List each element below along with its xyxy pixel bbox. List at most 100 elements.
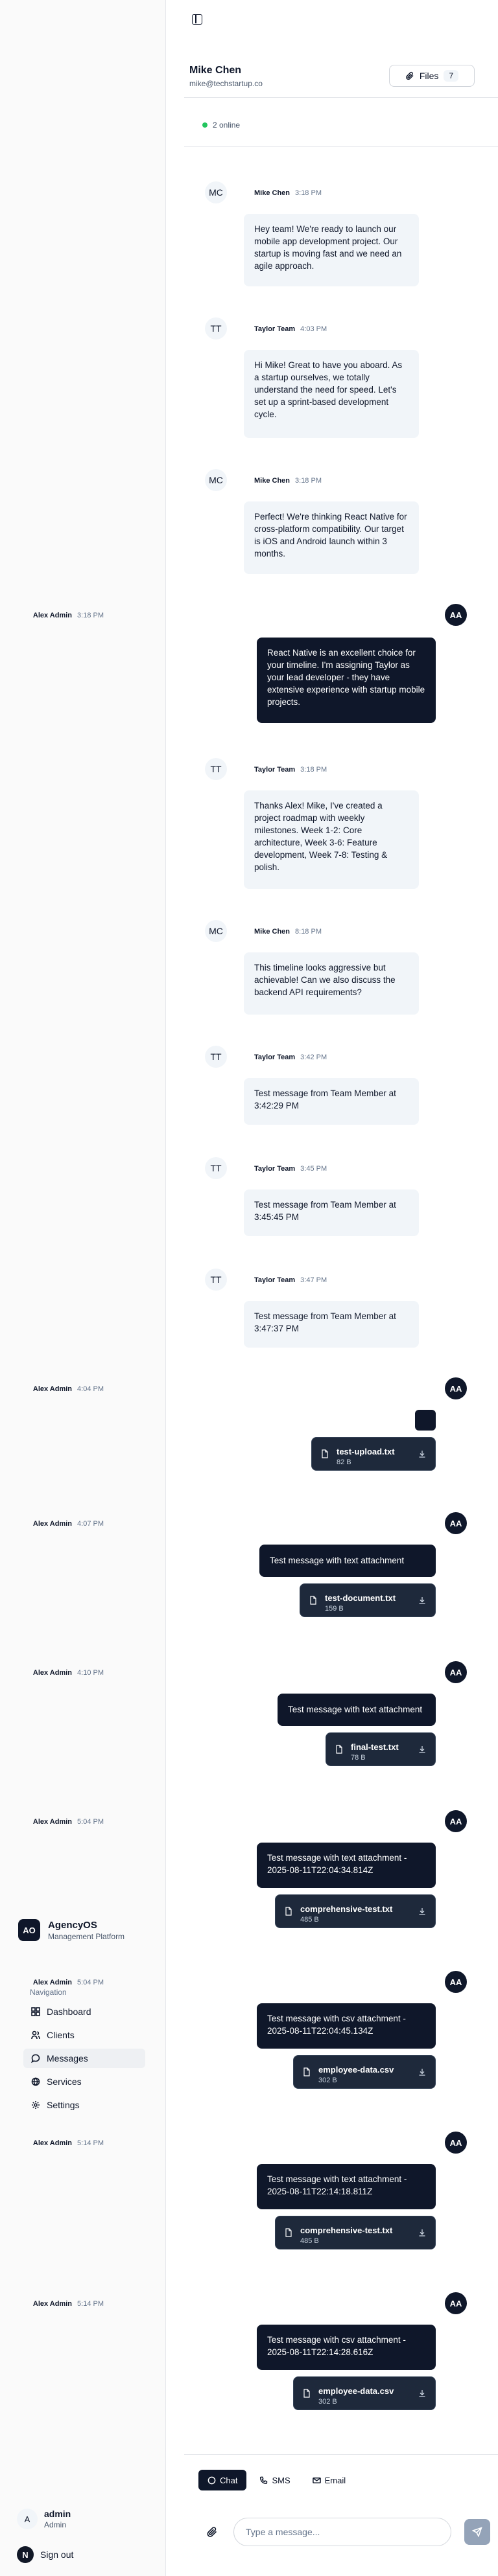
message-time: 3:42 PM <box>300 1053 327 1061</box>
download-icon[interactable] <box>418 2229 426 2237</box>
sidebar-item-messages[interactable]: Messages <box>23 2049 145 2068</box>
file-name: comprehensive-test.txt <box>300 1904 393 1914</box>
file-size: 302 B <box>318 2076 337 2084</box>
file-name: test-upload.txt <box>337 1447 395 1456</box>
file-name: final-test.txt <box>351 1742 399 1752</box>
message-bubble: Test message with csv attachment - 2025-… <box>257 2003 436 2049</box>
message-meta: Alex Admin 5:14 PM <box>33 2300 104 2308</box>
sidebar-item-settings[interactable]: Settings <box>23 2095 145 2115</box>
online-status: 2 online <box>202 121 240 130</box>
message-meta: Mike Chen 3:18 PM <box>254 477 322 485</box>
sidebar-item-services[interactable]: Services <box>23 2072 145 2091</box>
sender-name: Mike Chen <box>254 928 290 936</box>
brand-name: AgencyOS <box>48 1919 97 1931</box>
file-attachment[interactable]: test-document.txt 159 B <box>300 1583 436 1617</box>
sender-name: Taylor Team <box>254 325 296 333</box>
paperclip-icon[interactable] <box>206 2526 218 2538</box>
sender-name: Alex Admin <box>32 1979 73 1986</box>
download-icon[interactable] <box>418 1745 426 1753</box>
message-meta: Taylor Team 3:47 PM <box>254 1276 327 1284</box>
file-icon <box>285 1907 292 1916</box>
download-icon[interactable] <box>418 1907 426 1915</box>
file-attachment[interactable]: test-upload.txt 82 B <box>311 1437 436 1471</box>
message-input[interactable] <box>233 2518 451 2546</box>
avatar: MC <box>205 181 227 203</box>
message-meta: Alex Admin 5:04 PM <box>33 1979 104 1986</box>
download-icon[interactable] <box>418 1450 426 1458</box>
download-icon[interactable] <box>418 2389 426 2397</box>
file-name: employee-data.csv <box>318 2386 394 2396</box>
avatar: AA <box>445 604 467 626</box>
chat-icon <box>31 2054 40 2063</box>
online-count: 2 online <box>213 121 241 130</box>
sidebar-item-label: Services <box>47 2076 82 2087</box>
message-bubble: Hi Mike! Great to have you aboard. As a … <box>244 350 419 438</box>
avatar: TT <box>205 1269 227 1291</box>
send-button[interactable] <box>464 2519 490 2545</box>
message-time: 3:47 PM <box>300 1276 327 1284</box>
file-attachment[interactable]: final-test.txt 78 B <box>326 1732 436 1766</box>
message-meta: Alex Admin 4:10 PM <box>33 1669 104 1677</box>
tab-email[interactable]: Email <box>303 2470 355 2490</box>
sidebar-item-label: Settings <box>47 2100 80 2110</box>
message-bubble: React Native is an excellent choice for … <box>257 638 436 723</box>
download-icon[interactable] <box>418 1596 426 1604</box>
sidebar-item-dashboard[interactable]: Dashboard <box>23 2002 145 2021</box>
sender-name: Taylor Team <box>254 1053 296 1061</box>
message-mode-tabs: Chat SMS Email <box>198 2470 355 2490</box>
file-icon <box>285 2228 292 2237</box>
phone-icon <box>260 2476 268 2484</box>
message-time: 4:07 PM <box>77 1520 104 1528</box>
message-meta: Alex Admin 4:04 PM <box>33 1385 104 1393</box>
file-icon <box>336 1745 342 1754</box>
sidebar-nav: Dashboard Clients Messages Services Sett… <box>23 2002 145 2119</box>
message-time: 4:10 PM <box>77 1669 104 1677</box>
header-divider <box>184 97 498 98</box>
message-meta: Mike Chen 3:18 PM <box>254 189 322 197</box>
file-attachment[interactable]: comprehensive-test.txt 485 B <box>275 2216 436 2249</box>
message-bubble: This timeline looks aggressive but achie… <box>244 952 419 1015</box>
avatar: AA <box>445 1661 467 1683</box>
message-time: 3:18 PM <box>300 766 327 774</box>
download-icon[interactable] <box>418 2068 426 2076</box>
sidebar-item-label: Clients <box>47 2030 75 2040</box>
files-count-badge: 7 <box>444 70 459 82</box>
tab-sms[interactable]: SMS <box>250 2470 299 2490</box>
file-size: 159 B <box>325 1605 344 1613</box>
file-attachment[interactable]: employee-data.csv 302 B <box>293 2055 436 2089</box>
message-time: 3:18 PM <box>295 189 322 197</box>
sidebar-item-clients[interactable]: Clients <box>23 2025 145 2045</box>
mail-icon <box>312 2477 321 2483</box>
user-profile[interactable]: A admin Admin <box>17 2509 71 2529</box>
file-attachment[interactable]: comprehensive-test.txt 485 B <box>275 1894 436 1928</box>
message-meta: Taylor Team 3:18 PM <box>254 766 327 774</box>
sidebar-item-label: Messages <box>47 2053 88 2064</box>
tab-chat[interactable]: Chat <box>198 2470 247 2490</box>
message-bubble: Hey team! We're ready to launch our mobi… <box>244 214 419 286</box>
sidebar-toggle-icon[interactable] <box>192 14 202 25</box>
message-time: 8:18 PM <box>295 928 322 936</box>
message-bubble: Test message with text attachment <box>259 1545 436 1577</box>
message-meta: Alex Admin 5:04 PM <box>33 1818 104 1826</box>
file-icon <box>303 2067 310 2076</box>
tab-label: Chat <box>220 2475 238 2485</box>
avatar: A <box>17 2509 38 2529</box>
file-name: employee-data.csv <box>318 2065 394 2075</box>
files-button[interactable]: Files 7 <box>389 65 475 87</box>
file-size: 302 B <box>318 2398 337 2406</box>
sender-name: Mike Chen <box>254 477 290 485</box>
file-attachment[interactable]: employee-data.csv 302 B <box>293 2376 436 2410</box>
sign-out-button[interactable]: N Sign out <box>17 2546 73 2563</box>
message-time: 5:14 PM <box>77 2300 104 2308</box>
composer-divider <box>184 2454 498 2455</box>
message-bubble: Test message with text attachment - 2025… <box>257 2164 436 2209</box>
message-time: 5:04 PM <box>77 1818 104 1826</box>
tab-label: SMS <box>272 2475 290 2485</box>
message-time: 3:18 PM <box>295 477 322 485</box>
sender-name: Taylor Team <box>254 766 296 774</box>
gear-icon <box>32 2101 40 2109</box>
sidebar: AO AgencyOS Management Platform Navigati… <box>0 0 166 2576</box>
n-badge-icon: N <box>17 2546 34 2563</box>
users-icon <box>31 2030 40 2040</box>
sign-out-label: Sign out <box>40 2549 74 2560</box>
